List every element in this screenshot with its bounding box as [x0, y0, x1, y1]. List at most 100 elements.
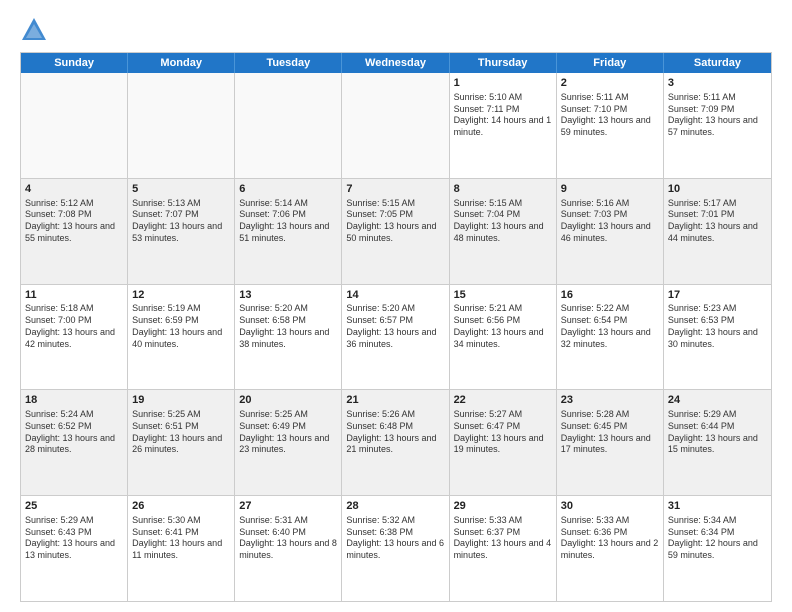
day-number: 9: [561, 182, 659, 197]
calendar-cell-29: 29Sunrise: 5:33 AM Sunset: 6:37 PM Dayli…: [450, 496, 557, 601]
day-number: 13: [239, 288, 337, 303]
cell-info: Sunrise: 5:29 AM Sunset: 6:43 PM Dayligh…: [25, 515, 123, 562]
header-day-saturday: Saturday: [664, 53, 771, 73]
cell-info: Sunrise: 5:16 AM Sunset: 7:03 PM Dayligh…: [561, 198, 659, 245]
logo: [20, 16, 52, 44]
calendar-row-0: 1Sunrise: 5:10 AM Sunset: 7:11 PM Daylig…: [21, 73, 771, 178]
calendar-cell-30: 30Sunrise: 5:33 AM Sunset: 6:36 PM Dayli…: [557, 496, 664, 601]
cell-info: Sunrise: 5:19 AM Sunset: 6:59 PM Dayligh…: [132, 303, 230, 350]
cell-info: Sunrise: 5:28 AM Sunset: 6:45 PM Dayligh…: [561, 409, 659, 456]
cell-info: Sunrise: 5:15 AM Sunset: 7:05 PM Dayligh…: [346, 198, 444, 245]
calendar: SundayMondayTuesdayWednesdayThursdayFrid…: [20, 52, 772, 602]
day-number: 4: [25, 182, 123, 197]
day-number: 8: [454, 182, 552, 197]
calendar-cell-6: 6Sunrise: 5:14 AM Sunset: 7:06 PM Daylig…: [235, 179, 342, 284]
calendar-cell-2: 2Sunrise: 5:11 AM Sunset: 7:10 PM Daylig…: [557, 73, 664, 178]
day-number: 21: [346, 393, 444, 408]
header-day-sunday: Sunday: [21, 53, 128, 73]
day-number: 5: [132, 182, 230, 197]
calendar-cell-10: 10Sunrise: 5:17 AM Sunset: 7:01 PM Dayli…: [664, 179, 771, 284]
cell-info: Sunrise: 5:12 AM Sunset: 7:08 PM Dayligh…: [25, 198, 123, 245]
cell-info: Sunrise: 5:17 AM Sunset: 7:01 PM Dayligh…: [668, 198, 767, 245]
calendar-cell-31: 31Sunrise: 5:34 AM Sunset: 6:34 PM Dayli…: [664, 496, 771, 601]
day-number: 10: [668, 182, 767, 197]
page: SundayMondayTuesdayWednesdayThursdayFrid…: [0, 0, 792, 612]
day-number: 31: [668, 499, 767, 514]
day-number: 29: [454, 499, 552, 514]
calendar-cell-15: 15Sunrise: 5:21 AM Sunset: 6:56 PM Dayli…: [450, 285, 557, 390]
cell-info: Sunrise: 5:25 AM Sunset: 6:49 PM Dayligh…: [239, 409, 337, 456]
cell-info: Sunrise: 5:20 AM Sunset: 6:58 PM Dayligh…: [239, 303, 337, 350]
header-day-monday: Monday: [128, 53, 235, 73]
cell-info: Sunrise: 5:23 AM Sunset: 6:53 PM Dayligh…: [668, 303, 767, 350]
day-number: 15: [454, 288, 552, 303]
calendar-cell-22: 22Sunrise: 5:27 AM Sunset: 6:47 PM Dayli…: [450, 390, 557, 495]
calendar-cell-24: 24Sunrise: 5:29 AM Sunset: 6:44 PM Dayli…: [664, 390, 771, 495]
calendar-cell-25: 25Sunrise: 5:29 AM Sunset: 6:43 PM Dayli…: [21, 496, 128, 601]
calendar-cell-26: 26Sunrise: 5:30 AM Sunset: 6:41 PM Dayli…: [128, 496, 235, 601]
calendar-cell-7: 7Sunrise: 5:15 AM Sunset: 7:05 PM Daylig…: [342, 179, 449, 284]
day-number: 19: [132, 393, 230, 408]
day-number: 6: [239, 182, 337, 197]
cell-info: Sunrise: 5:10 AM Sunset: 7:11 PM Dayligh…: [454, 92, 552, 139]
calendar-cell-5: 5Sunrise: 5:13 AM Sunset: 7:07 PM Daylig…: [128, 179, 235, 284]
calendar-cell-8: 8Sunrise: 5:15 AM Sunset: 7:04 PM Daylig…: [450, 179, 557, 284]
calendar-row-2: 11Sunrise: 5:18 AM Sunset: 7:00 PM Dayli…: [21, 284, 771, 390]
cell-info: Sunrise: 5:26 AM Sunset: 6:48 PM Dayligh…: [346, 409, 444, 456]
day-number: 3: [668, 76, 767, 91]
calendar-cell-empty-0-1: [128, 73, 235, 178]
calendar-cell-9: 9Sunrise: 5:16 AM Sunset: 7:03 PM Daylig…: [557, 179, 664, 284]
cell-info: Sunrise: 5:24 AM Sunset: 6:52 PM Dayligh…: [25, 409, 123, 456]
calendar-cell-23: 23Sunrise: 5:28 AM Sunset: 6:45 PM Dayli…: [557, 390, 664, 495]
day-number: 20: [239, 393, 337, 408]
calendar-cell-1: 1Sunrise: 5:10 AM Sunset: 7:11 PM Daylig…: [450, 73, 557, 178]
cell-info: Sunrise: 5:13 AM Sunset: 7:07 PM Dayligh…: [132, 198, 230, 245]
calendar-cell-16: 16Sunrise: 5:22 AM Sunset: 6:54 PM Dayli…: [557, 285, 664, 390]
cell-info: Sunrise: 5:33 AM Sunset: 6:36 PM Dayligh…: [561, 515, 659, 562]
day-number: 14: [346, 288, 444, 303]
header-day-thursday: Thursday: [450, 53, 557, 73]
cell-info: Sunrise: 5:11 AM Sunset: 7:09 PM Dayligh…: [668, 92, 767, 139]
day-number: 25: [25, 499, 123, 514]
day-number: 28: [346, 499, 444, 514]
calendar-row-1: 4Sunrise: 5:12 AM Sunset: 7:08 PM Daylig…: [21, 178, 771, 284]
calendar-header: SundayMondayTuesdayWednesdayThursdayFrid…: [21, 53, 771, 73]
cell-info: Sunrise: 5:30 AM Sunset: 6:41 PM Dayligh…: [132, 515, 230, 562]
cell-info: Sunrise: 5:27 AM Sunset: 6:47 PM Dayligh…: [454, 409, 552, 456]
day-number: 30: [561, 499, 659, 514]
day-number: 7: [346, 182, 444, 197]
calendar-cell-27: 27Sunrise: 5:31 AM Sunset: 6:40 PM Dayli…: [235, 496, 342, 601]
calendar-cell-18: 18Sunrise: 5:24 AM Sunset: 6:52 PM Dayli…: [21, 390, 128, 495]
cell-info: Sunrise: 5:32 AM Sunset: 6:38 PM Dayligh…: [346, 515, 444, 562]
calendar-cell-20: 20Sunrise: 5:25 AM Sunset: 6:49 PM Dayli…: [235, 390, 342, 495]
calendar-cell-28: 28Sunrise: 5:32 AM Sunset: 6:38 PM Dayli…: [342, 496, 449, 601]
calendar-cell-empty-0-2: [235, 73, 342, 178]
cell-info: Sunrise: 5:14 AM Sunset: 7:06 PM Dayligh…: [239, 198, 337, 245]
day-number: 2: [561, 76, 659, 91]
header-day-tuesday: Tuesday: [235, 53, 342, 73]
day-number: 16: [561, 288, 659, 303]
day-number: 12: [132, 288, 230, 303]
day-number: 17: [668, 288, 767, 303]
header-day-wednesday: Wednesday: [342, 53, 449, 73]
calendar-cell-17: 17Sunrise: 5:23 AM Sunset: 6:53 PM Dayli…: [664, 285, 771, 390]
header-day-friday: Friday: [557, 53, 664, 73]
calendar-cell-14: 14Sunrise: 5:20 AM Sunset: 6:57 PM Dayli…: [342, 285, 449, 390]
calendar-cell-empty-0-3: [342, 73, 449, 178]
day-number: 27: [239, 499, 337, 514]
day-number: 26: [132, 499, 230, 514]
day-number: 11: [25, 288, 123, 303]
calendar-cell-12: 12Sunrise: 5:19 AM Sunset: 6:59 PM Dayli…: [128, 285, 235, 390]
cell-info: Sunrise: 5:11 AM Sunset: 7:10 PM Dayligh…: [561, 92, 659, 139]
day-number: 23: [561, 393, 659, 408]
calendar-body: 1Sunrise: 5:10 AM Sunset: 7:11 PM Daylig…: [21, 73, 771, 601]
cell-info: Sunrise: 5:25 AM Sunset: 6:51 PM Dayligh…: [132, 409, 230, 456]
cell-info: Sunrise: 5:29 AM Sunset: 6:44 PM Dayligh…: [668, 409, 767, 456]
calendar-cell-empty-0-0: [21, 73, 128, 178]
cell-info: Sunrise: 5:21 AM Sunset: 6:56 PM Dayligh…: [454, 303, 552, 350]
cell-info: Sunrise: 5:18 AM Sunset: 7:00 PM Dayligh…: [25, 303, 123, 350]
calendar-cell-21: 21Sunrise: 5:26 AM Sunset: 6:48 PM Dayli…: [342, 390, 449, 495]
calendar-cell-11: 11Sunrise: 5:18 AM Sunset: 7:00 PM Dayli…: [21, 285, 128, 390]
day-number: 22: [454, 393, 552, 408]
calendar-cell-3: 3Sunrise: 5:11 AM Sunset: 7:09 PM Daylig…: [664, 73, 771, 178]
